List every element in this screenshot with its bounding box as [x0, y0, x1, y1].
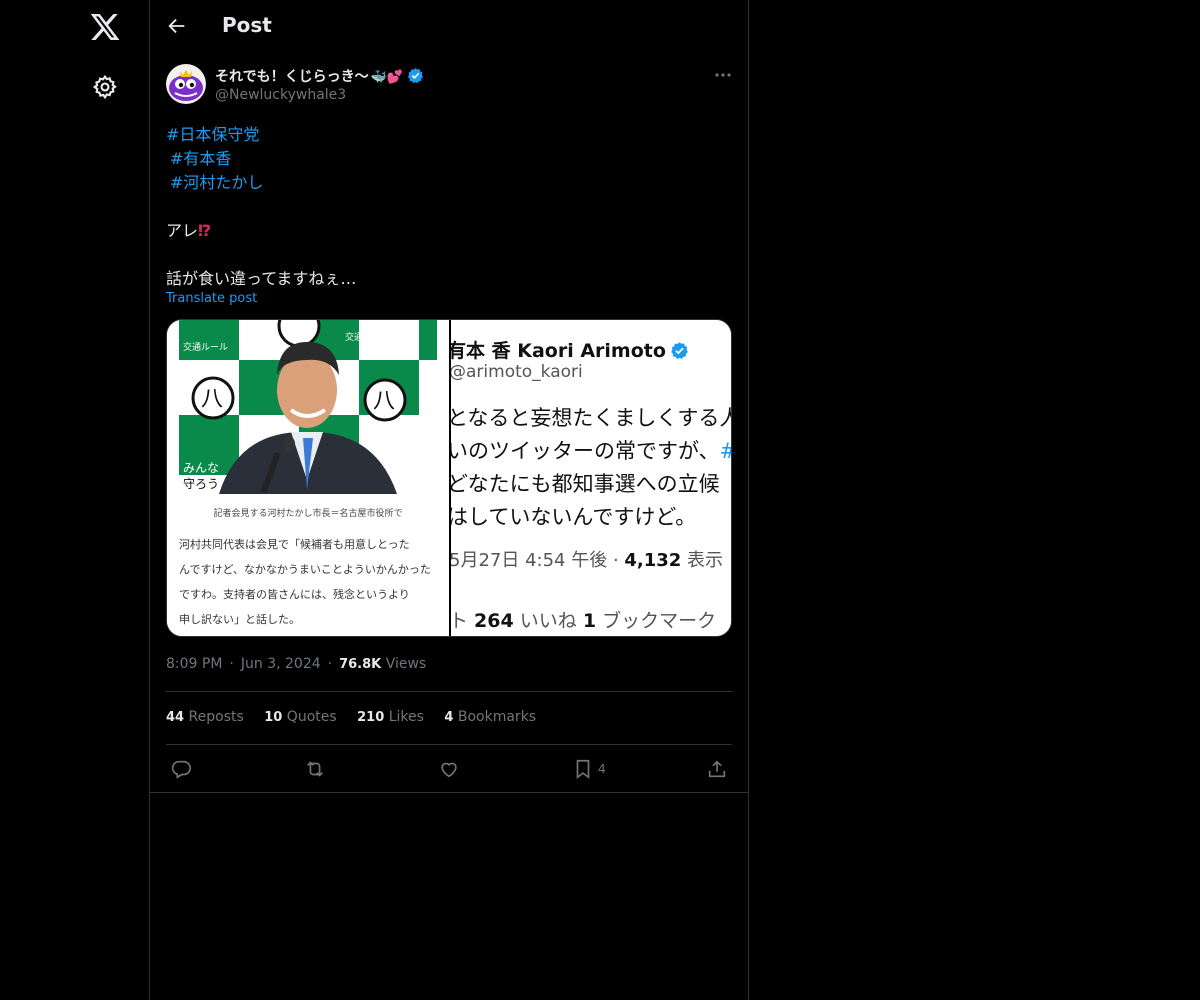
display-name[interactable]: それでも！くじらっき〜 🐳💕: [215, 66, 424, 86]
svg-text:八: 八: [201, 387, 223, 412]
post-media[interactable]: 八 八 交通ルール 交通ルール みんな 守ろう 記者会見する河村たかし市長＝名古: [166, 319, 732, 637]
post-text-line2: 話が食い違ってますねぇ…: [166, 269, 357, 288]
news-photo: 八 八 交通ルール 交通ルール みんな 守ろう: [179, 320, 437, 494]
photo-caption: 記者会見する河村たかし市長＝名古屋市役所で: [213, 509, 403, 519]
more-icon[interactable]: [712, 66, 734, 84]
quoted-line: どなたにも都知事選への立候: [451, 472, 720, 496]
article-text: 河村共同代表は会見で「候補者も用意しとった んですけど、なかなかうまいことようい…: [179, 532, 441, 632]
quoted-line: はしていないんですけど。: [451, 505, 697, 529]
translate-post-link[interactable]: Translate post: [166, 291, 257, 306]
user-handle[interactable]: @Newluckywhale3: [215, 87, 346, 103]
media-left-panel: 八 八 交通ルール 交通ルール みんな 守ろう 記者会見する河村たかし市長＝名古: [167, 320, 449, 636]
share-icon[interactable]: [706, 758, 728, 780]
quoted-stats: ト 264 いいね 1 ブックマーク: [451, 610, 717, 632]
sign-text: 守ろう: [183, 477, 219, 491]
divider: [166, 744, 732, 745]
interrobang-emoji: ⁉: [198, 221, 212, 240]
left-nav: [0, 0, 150, 1000]
post-time[interactable]: 8:09 PM: [166, 656, 222, 672]
engagement-stats: 44 Reposts 10 Quotes 210 Likes 4 Bookmar…: [166, 709, 552, 725]
post-date[interactable]: Jun 3, 2024: [241, 656, 321, 672]
views-count: 76.8K: [339, 657, 382, 672]
display-name-emoji: 🐳💕: [370, 70, 403, 85]
quoted-meta: 5月27日 4:54 午後 · 4,132 表示: [451, 550, 724, 571]
quoted-name: 有本 香 Kaori Arimoto: [451, 336, 689, 363]
display-name-text: それでも！くじらっき〜: [215, 69, 369, 85]
quoted-handle: @arimoto_kaori: [451, 362, 583, 382]
post-text-line1: アレ: [166, 221, 199, 240]
reposts-stat[interactable]: 44 Reposts: [166, 709, 244, 725]
hashtag-link[interactable]: #日本保守党: [166, 121, 259, 145]
divider: [166, 691, 732, 692]
main-column: Post それでも！くじらっき〜 🐳💕 @Newluckywhale3 #日本保守…: [149, 0, 749, 1000]
article-line: ですわ。支持者の皆さんには、残念というより: [179, 588, 410, 601]
hashtag-link[interactable]: #河村たかし: [170, 169, 263, 193]
likes-stat[interactable]: 210 Likes: [357, 709, 424, 725]
like-icon[interactable]: [438, 758, 460, 780]
back-arrow-icon[interactable]: [166, 15, 188, 37]
post-text-line: アレ⁉: [166, 217, 211, 241]
article-line: んですけど、なかなかうまいことよういかんかった: [179, 563, 431, 576]
page-header: Post: [150, 0, 748, 53]
article-line: 河村共同代表は会見で「候補者も用意しとった: [179, 538, 410, 551]
sign-text: 交通ルール: [345, 331, 390, 343]
quotes-stat[interactable]: 10 Quotes: [264, 709, 336, 725]
bookmark-icon[interactable]: [572, 758, 594, 780]
article-line: 申し訳ない」と話した。: [179, 613, 300, 626]
quoted-line: となると妄想たくましくする人: [451, 406, 732, 430]
quoted-line: いのツイッターの常ですが、#日: [451, 439, 731, 463]
avatar[interactable]: [166, 64, 206, 104]
media-right-panel: 有本 香 Kaori Arimoto @arimoto_kaori となると妄想…: [451, 320, 732, 636]
gear-icon[interactable]: [92, 74, 118, 100]
page-title: Post: [222, 13, 272, 37]
sign-text: みんな: [183, 461, 219, 475]
verified-icon: [671, 342, 688, 359]
sign-text: 交通ルール: [183, 341, 228, 353]
repost-icon[interactable]: [304, 758, 326, 780]
x-logo-icon[interactable]: [89, 11, 121, 43]
views-label: Views: [385, 656, 427, 672]
divider: [150, 792, 748, 793]
bookmarks-stat[interactable]: 4 Bookmarks: [444, 709, 536, 725]
reply-icon[interactable]: [170, 758, 192, 780]
bookmark-count: 4: [598, 762, 606, 776]
quoted-body: となると妄想たくましくする人 いのツイッターの常ですが、#日 どなたにも都知事選…: [451, 402, 732, 534]
hashtag-link[interactable]: #有本香: [170, 145, 231, 169]
verified-icon: [407, 68, 423, 84]
post-timestamp: 8:09 PM · Jun 3, 2024 · 76.8K Views: [166, 656, 427, 672]
svg-text:八: 八: [373, 389, 395, 414]
